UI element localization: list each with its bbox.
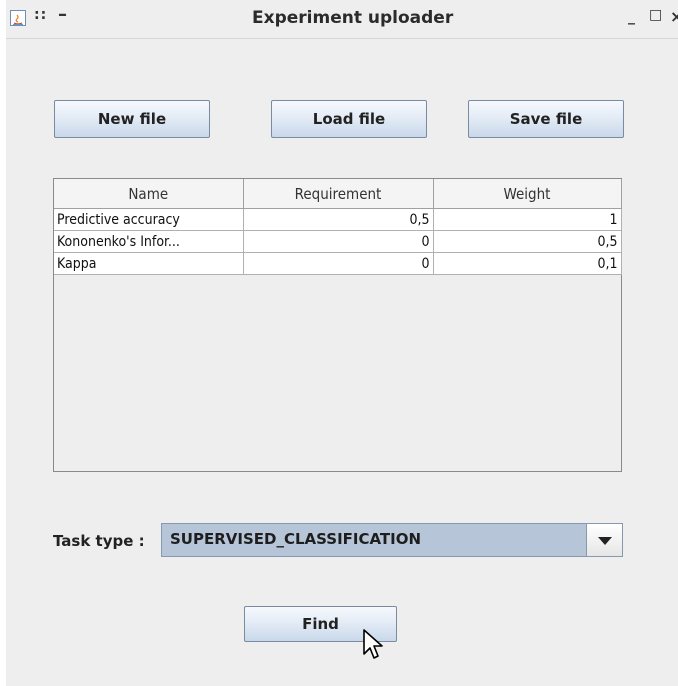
- save-file-button[interactable]: Save file: [468, 100, 624, 138]
- task-type-select[interactable]: SUPERVISED_CLASSIFICATION: [161, 523, 623, 557]
- cell-weight[interactable]: 0,1: [433, 252, 622, 275]
- dropdown-button[interactable]: [586, 524, 622, 556]
- cell-name[interactable]: Kononenko's Infor...: [54, 230, 244, 253]
- table-row[interactable]: Predictive accuracy 0,5 1: [54, 208, 622, 231]
- cell-requirement[interactable]: 0: [243, 230, 434, 253]
- cell-weight[interactable]: 1: [433, 208, 622, 231]
- title-bar[interactable]: :: – Experiment uploader _ □ ×: [6, 0, 678, 39]
- chevron-down-icon: [598, 537, 612, 545]
- cell-name[interactable]: Predictive accuracy: [54, 208, 244, 231]
- window-menu-icon[interactable]: ::: [34, 7, 47, 23]
- task-type-value: SUPERVISED_CLASSIFICATION: [170, 530, 422, 548]
- table-row[interactable]: Kononenko's Infor... 0 0,5: [54, 230, 622, 253]
- cell-requirement[interactable]: 0,5: [243, 208, 434, 231]
- minimize-icon[interactable]: _: [628, 9, 635, 25]
- column-header-name[interactable]: Name: [54, 179, 244, 209]
- window-title: Experiment uploader: [252, 8, 454, 28]
- table-header-row: Name Requirement Weight: [54, 179, 622, 209]
- shade-icon[interactable]: –: [58, 4, 67, 25]
- maximize-icon[interactable]: □: [649, 7, 662, 23]
- task-type-label: Task type :: [53, 532, 145, 550]
- column-header-requirement[interactable]: Requirement: [243, 179, 434, 209]
- load-file-button[interactable]: Load file: [271, 100, 427, 138]
- close-icon[interactable]: ×: [670, 7, 678, 26]
- java-app-icon[interactable]: [10, 10, 26, 26]
- mouse-cursor-icon: [363, 629, 383, 659]
- column-header-weight[interactable]: Weight: [433, 179, 622, 209]
- cell-requirement[interactable]: 0: [243, 252, 434, 275]
- table-row[interactable]: Kappa 0 0,1: [54, 252, 622, 275]
- criteria-table[interactable]: Name Requirement Weight Predictive accur…: [53, 178, 622, 472]
- main-window: :: – Experiment uploader _ □ × New file …: [6, 0, 678, 686]
- new-file-button[interactable]: New file: [54, 100, 210, 138]
- cell-weight[interactable]: 0,5: [433, 230, 622, 253]
- cell-name[interactable]: Kappa: [54, 252, 244, 275]
